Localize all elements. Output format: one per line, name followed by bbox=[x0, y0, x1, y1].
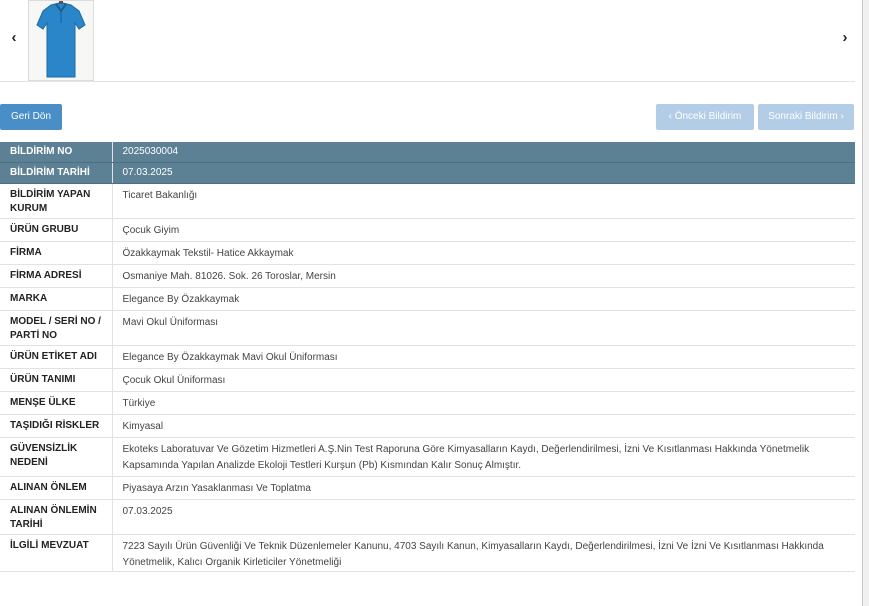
product-image-carousel: ‹ › bbox=[0, 0, 855, 82]
row-label: TAŞIDIĞI RİSKLER bbox=[0, 414, 113, 438]
next-notification-button[interactable]: Sonraki Bildirim › bbox=[758, 104, 854, 130]
row-label: GÜVENSİZLİK NEDENİ bbox=[0, 437, 113, 477]
row-value: 7223 Sayılı Ürün Güvenliği Ve Teknik Düz… bbox=[122, 541, 824, 568]
table-row: ÜRÜN GRUBU Çocuk Giyim bbox=[0, 218, 855, 242]
row-value: Ticaret Bakanlığı bbox=[112, 183, 855, 219]
row-label: MARKA bbox=[0, 287, 113, 311]
row-value: 2025030004 bbox=[112, 142, 855, 163]
product-thumbnail[interactable] bbox=[28, 0, 94, 81]
table-row: ÜRÜN ETİKET ADI Elegance By Özakkaymak M… bbox=[0, 345, 855, 369]
table-row: MENŞE ÜLKE Türkiye bbox=[0, 391, 855, 415]
table-row: TAŞIDIĞI RİSKLER Kimyasal bbox=[0, 414, 855, 438]
table-row: BİLDİRİM NO 2025030004 bbox=[0, 142, 855, 163]
shirt-icon bbox=[29, 1, 93, 80]
carousel-prev-arrow[interactable]: ‹ bbox=[7, 30, 21, 46]
table-row: GÜVENSİZLİK NEDENİ Ekoteks Laboratuvar V… bbox=[0, 437, 855, 477]
row-value: Ekoteks Laboratuvar Ve Gözetim Hizmetler… bbox=[112, 437, 855, 477]
row-value: Özakkaymak Tekstil- Hatice Akkaymak bbox=[112, 241, 855, 265]
row-value: Çocuk Giyim bbox=[112, 218, 855, 242]
row-label: BİLDİRİM TARİHİ bbox=[0, 162, 113, 184]
table-row: BİLDİRİM YAPAN KURUM Ticaret Bakanlığı bbox=[0, 183, 855, 219]
row-label: ALINAN ÖNLEM bbox=[0, 476, 113, 500]
row-value: Osmaniye Mah. 81026. Sok. 26 Toroslar, M… bbox=[112, 264, 855, 288]
row-value: 07.03.2025 bbox=[112, 162, 855, 184]
table-row: MODEL / SERİ NO / PARTİ NO Mavi Okul Üni… bbox=[0, 310, 855, 346]
table-row: ALINAN ÖNLEMİN TARİHİ 07.03.2025 bbox=[0, 499, 855, 535]
row-value: Elegance By Özakkaymak Mavi Okul Üniform… bbox=[112, 345, 855, 369]
row-value: Çocuk Okul Üniforması bbox=[112, 368, 855, 392]
row-label: ÜRÜN GRUBU bbox=[0, 218, 113, 242]
row-label: BİLDİRİM NO bbox=[0, 142, 113, 163]
table-row: BİLDİRİM TARİHİ 07.03.2025 bbox=[0, 162, 855, 184]
table-row: MARKA Elegance By Özakkaymak bbox=[0, 287, 855, 311]
row-label: FİRMA bbox=[0, 241, 113, 265]
row-value: Türkiye bbox=[112, 391, 855, 415]
back-button[interactable]: Geri Dön bbox=[0, 104, 62, 130]
table-row: FİRMA Özakkaymak Tekstil- Hatice Akkayma… bbox=[0, 241, 855, 265]
table-row: ÜRÜN TANIMI Çocuk Okul Üniforması bbox=[0, 368, 855, 392]
row-value: 07.03.2025 bbox=[112, 499, 855, 535]
previous-notification-button[interactable]: ‹ Önceki Bildirim bbox=[656, 104, 754, 130]
row-label: BİLDİRİM YAPAN KURUM bbox=[0, 183, 113, 219]
row-label: İLGİLİ MEVZUAT bbox=[0, 534, 113, 572]
row-value-wrap: 7223 Sayılı Ürün Güvenliği Ve Teknik Düz… bbox=[112, 534, 855, 572]
row-value: Piyasaya Arzın Yasaklanması Ve Toplatma bbox=[112, 476, 855, 500]
row-value: Elegance By Özakkaymak bbox=[112, 287, 855, 311]
row-label: MENŞE ÜLKE bbox=[0, 391, 113, 415]
row-label: MODEL / SERİ NO / PARTİ NO bbox=[0, 310, 113, 346]
table-row: ALINAN ÖNLEM Piyasaya Arzın Yasaklanması… bbox=[0, 476, 855, 500]
row-label: ÜRÜN ETİKET ADI bbox=[0, 345, 113, 369]
row-label: ÜRÜN TANIMI bbox=[0, 368, 113, 392]
row-label: FİRMA ADRESİ bbox=[0, 264, 113, 288]
row-value: Mavi Okul Üniforması bbox=[112, 310, 855, 346]
page-scrollbar[interactable] bbox=[862, 0, 869, 606]
row-label: ALINAN ÖNLEMİN TARİHİ bbox=[0, 499, 113, 535]
notification-details-table: BİLDİRİM NO 2025030004 BİLDİRİM TARİHİ 0… bbox=[0, 142, 855, 572]
carousel-next-arrow[interactable]: › bbox=[838, 30, 852, 46]
table-row: İLGİLİ MEVZUAT 7223 Sayılı Ürün Güvenliğ… bbox=[0, 534, 855, 572]
row-value: Kimyasal bbox=[112, 414, 855, 438]
table-row: FİRMA ADRESİ Osmaniye Mah. 81026. Sok. 2… bbox=[0, 264, 855, 288]
